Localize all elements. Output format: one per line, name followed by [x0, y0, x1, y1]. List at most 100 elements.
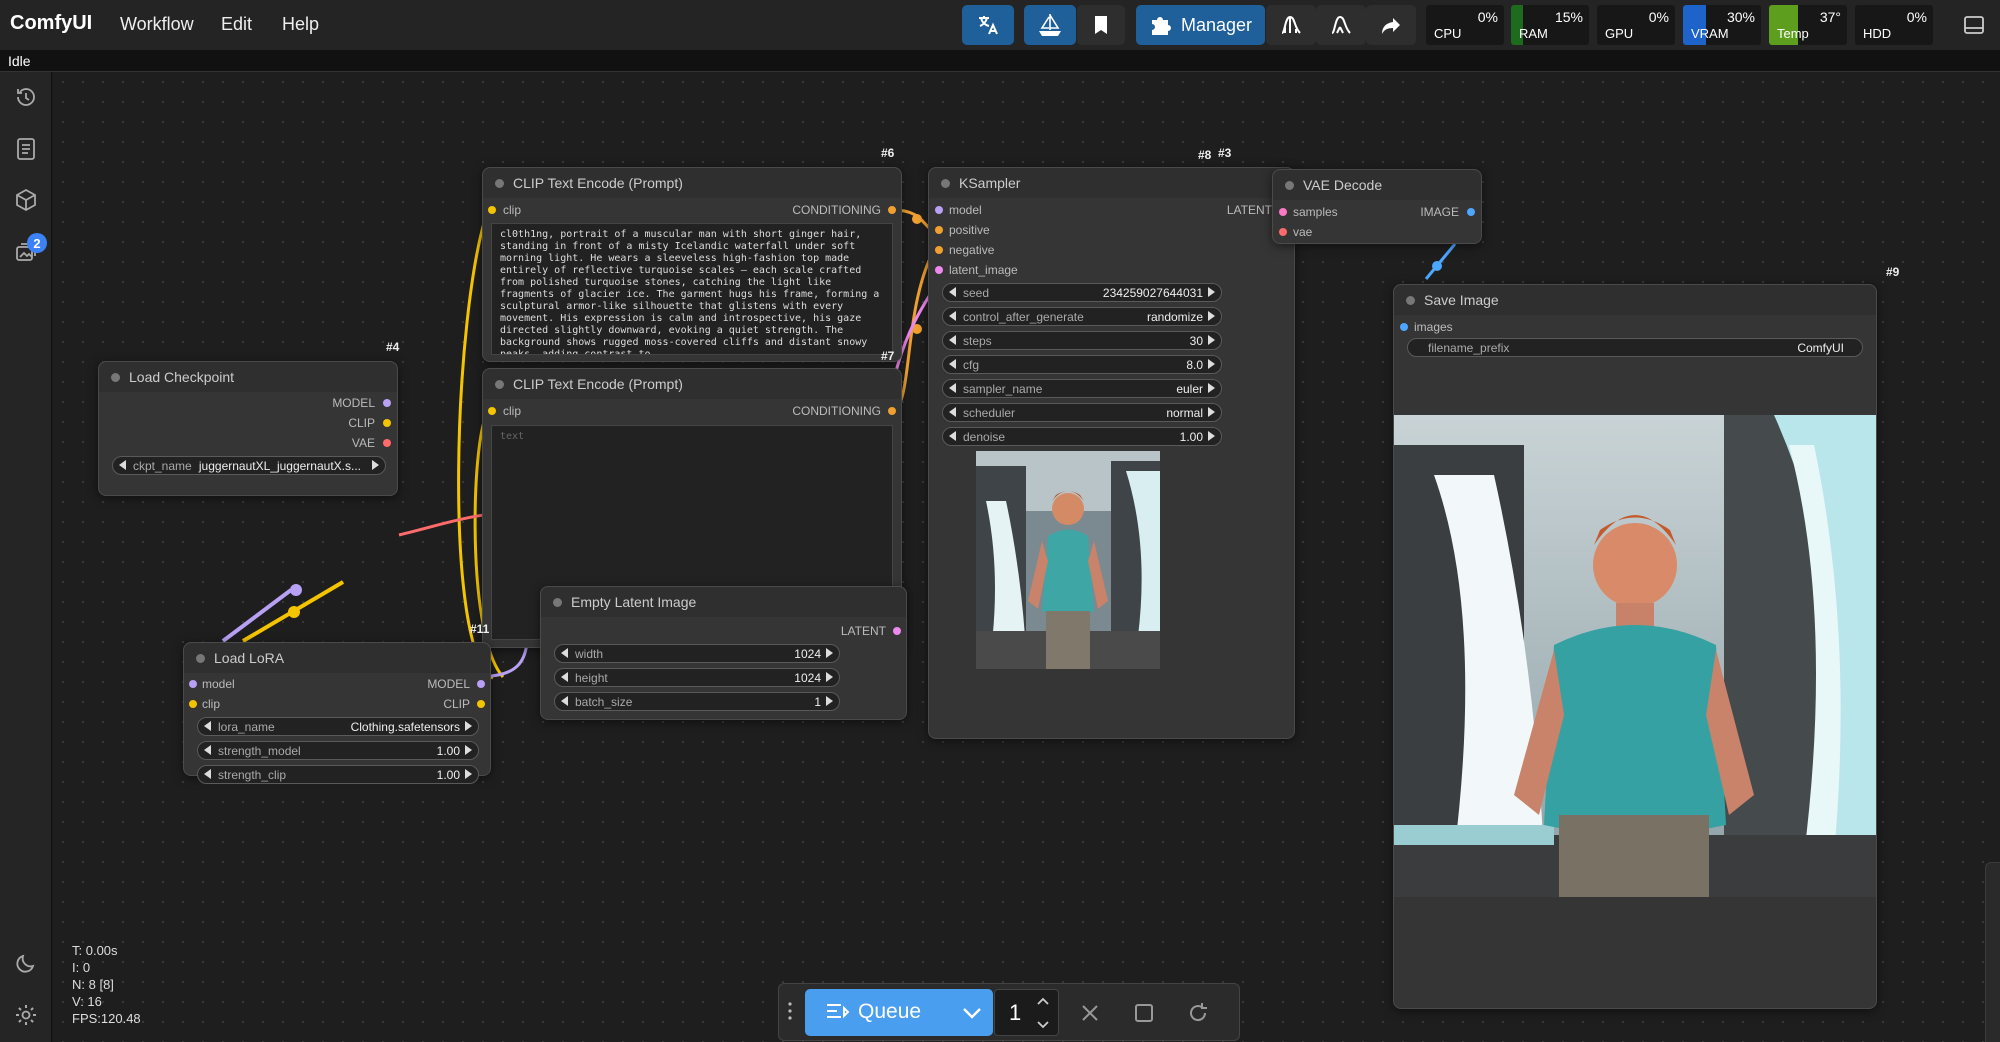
- input-images-dot[interactable]: [1400, 323, 1408, 331]
- decrement-arrow-icon[interactable]: [949, 407, 956, 417]
- decrement-arrow-icon[interactable]: [561, 672, 568, 682]
- drag-handle[interactable]: [787, 1000, 793, 1027]
- increment-chevron-icon[interactable]: [1036, 996, 1050, 1006]
- input-model-dot[interactable]: [935, 206, 943, 214]
- share-button[interactable]: [1366, 5, 1416, 45]
- input-model-dot[interactable]: [189, 680, 197, 688]
- input-vae-dot[interactable]: [1279, 228, 1287, 236]
- widget-batch-size[interactable]: batch_size 1: [554, 692, 840, 711]
- decrement-arrow-icon[interactable]: [561, 648, 568, 658]
- node-title-bar[interactable]: Load Checkpoint: [99, 362, 397, 392]
- decrement-arrow-icon[interactable]: [204, 745, 211, 755]
- manager-button[interactable]: Manager: [1136, 5, 1265, 45]
- widget-cfg[interactable]: cfg 8.0: [942, 355, 1222, 374]
- widget-steps[interactable]: steps 30: [942, 331, 1222, 350]
- history-button[interactable]: [13, 84, 39, 110]
- decrement-arrow-icon[interactable]: [561, 696, 568, 706]
- select-mode-button[interactable]: [1996, 1001, 2000, 1033]
- node-empty-latent-image[interactable]: Empty Latent Image LATENT width 1024 heig…: [540, 586, 907, 720]
- collapse-dot[interactable]: [1285, 181, 1294, 190]
- decrement-arrow-icon[interactable]: [949, 431, 956, 441]
- output-conditioning-dot[interactable]: [888, 206, 896, 214]
- output-image-dot[interactable]: [1467, 208, 1475, 216]
- models-button[interactable]: [13, 187, 39, 213]
- workspace-button[interactable]: [1024, 5, 1076, 45]
- output-model-dot[interactable]: [383, 399, 391, 407]
- node-ksampler[interactable]: KSampler model positive negative latent_…: [928, 167, 1295, 739]
- input-latent-image-dot[interactable]: [935, 266, 943, 274]
- input-clip-dot[interactable]: [189, 700, 197, 708]
- node-vae-decode[interactable]: VAE Decode samples vae IMAGE: [1272, 169, 1482, 244]
- settings-button[interactable]: [13, 1002, 39, 1028]
- input-clip-dot[interactable]: [488, 407, 496, 415]
- widget-denoise[interactable]: denoise 1.00: [942, 427, 1222, 446]
- model-manager-alt-button[interactable]: [1316, 5, 1366, 45]
- widget-strength-model[interactable]: strength_model 1.00: [197, 741, 479, 760]
- widget-control-after-generate[interactable]: control_after_generate randomize: [942, 307, 1222, 326]
- increment-arrow-icon[interactable]: [1208, 407, 1215, 417]
- collapse-dot[interactable]: [111, 373, 120, 382]
- node-title-bar[interactable]: VAE Decode: [1273, 170, 1481, 200]
- widget-lora-name[interactable]: lora_name Clothing.safetensors: [197, 717, 479, 736]
- increment-arrow-icon[interactable]: [826, 696, 833, 706]
- model-manager-button[interactable]: [1266, 5, 1316, 45]
- collapse-dot[interactable]: [495, 179, 504, 188]
- collapse-dot[interactable]: [495, 380, 504, 389]
- refresh-button[interactable]: [1183, 998, 1213, 1028]
- increment-arrow-icon[interactable]: [826, 672, 833, 682]
- queue-mode-dropdown[interactable]: [950, 989, 993, 1036]
- collapse-dot[interactable]: [196, 654, 205, 663]
- collapse-dot[interactable]: [553, 598, 562, 607]
- workflows-button[interactable]: [13, 136, 39, 162]
- input-positive-dot[interactable]: [935, 226, 943, 234]
- decrement-arrow-icon[interactable]: [949, 287, 956, 297]
- collapse-dot[interactable]: [1406, 296, 1415, 305]
- output-model-dot[interactable]: [477, 680, 485, 688]
- output-image[interactable]: [1394, 415, 1876, 897]
- increment-arrow-icon[interactable]: [1208, 359, 1215, 369]
- queue-button[interactable]: Queue: [805, 989, 993, 1036]
- input-clip-dot[interactable]: [488, 206, 496, 214]
- zoom-out-button[interactable]: [1996, 913, 2000, 945]
- menu-workflow[interactable]: Workflow: [120, 14, 194, 35]
- translate-button[interactable]: [962, 5, 1014, 45]
- node-load-checkpoint[interactable]: Load Checkpoint MODEL CLIP VAE ckpt_name…: [98, 361, 398, 496]
- decrement-arrow-icon[interactable]: [949, 335, 956, 345]
- toggle-panel-button[interactable]: [1955, 5, 1993, 45]
- output-latent-dot[interactable]: [893, 627, 901, 635]
- decrement-arrow-icon[interactable]: [204, 769, 211, 779]
- node-save-image[interactable]: Save Image images filename_prefix ComfyUI: [1393, 284, 1877, 1009]
- output-clip-dot[interactable]: [383, 419, 391, 427]
- decrement-arrow-icon[interactable]: [204, 721, 211, 731]
- node-load-lora[interactable]: Load LoRA model clip MODEL CLIP lora_nam…: [183, 642, 491, 784]
- node-title-bar[interactable]: CLIP Text Encode (Prompt): [483, 168, 901, 198]
- zoom-in-button[interactable]: [1996, 869, 2000, 901]
- widget-width[interactable]: width 1024: [554, 644, 840, 663]
- widget-height[interactable]: height 1024: [554, 668, 840, 687]
- increment-arrow-icon[interactable]: [1208, 287, 1215, 297]
- increment-arrow-icon[interactable]: [1208, 383, 1215, 393]
- increment-arrow-icon[interactable]: [1208, 311, 1215, 321]
- menu-edit[interactable]: Edit: [221, 14, 252, 35]
- cancel-button[interactable]: [1075, 998, 1105, 1028]
- app-logo[interactable]: ComfyUI: [10, 12, 92, 35]
- widget-strength-clip[interactable]: strength_clip 1.00: [197, 765, 479, 784]
- node-title-bar[interactable]: Save Image: [1394, 285, 1876, 315]
- node-title-bar[interactable]: Empty Latent Image: [541, 587, 906, 617]
- output-clip-dot[interactable]: [477, 700, 485, 708]
- output-vae-dot[interactable]: [383, 439, 391, 447]
- node-title-bar[interactable]: CLIP Text Encode (Prompt): [483, 369, 901, 399]
- decrement-arrow-icon[interactable]: [949, 383, 956, 393]
- stop-button[interactable]: [1129, 998, 1159, 1028]
- decrement-arrow-icon[interactable]: [119, 460, 126, 470]
- theme-toggle-button[interactable]: [13, 950, 39, 976]
- widget-scheduler[interactable]: scheduler normal: [942, 403, 1222, 422]
- increment-arrow-icon[interactable]: [372, 460, 379, 470]
- decrement-arrow-icon[interactable]: [949, 359, 956, 369]
- collapse-dot[interactable]: [941, 179, 950, 188]
- widget-sampler-name[interactable]: sampler_name euler: [942, 379, 1222, 398]
- decrement-chevron-icon[interactable]: [1036, 1020, 1050, 1030]
- node-title-bar[interactable]: Load LoRA: [184, 643, 490, 673]
- widget-ckpt-name[interactable]: ckpt_name juggernautXL_juggernautX.s...: [112, 456, 386, 475]
- node-clip-text-encode-positive[interactable]: CLIP Text Encode (Prompt) clip CONDITION…: [482, 167, 902, 362]
